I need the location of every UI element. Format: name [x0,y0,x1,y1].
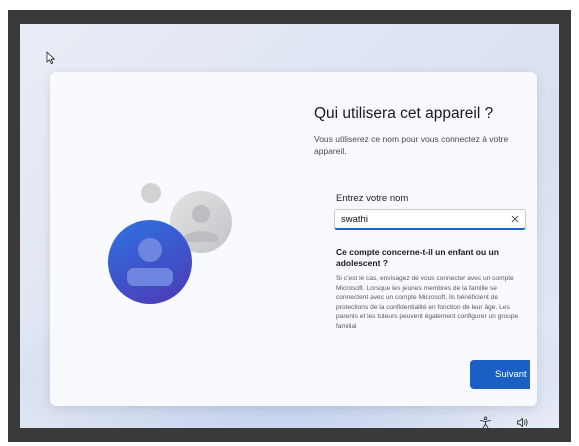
child-account-question: Ce compte concerne-t-il un enfant ou un … [336,247,499,268]
setup-dialog: Qui utilisera cet appareil ? Vous utilis… [50,72,537,406]
next-button[interactable]: Suivant [470,360,530,389]
child-account-info: Si c’est le cas, envisagez de vous conne… [336,275,519,330]
name-field-label: Entrez votre nom [336,193,409,204]
small-avatar-dot [141,183,161,203]
oobe-screen: Qui utilisera cet appareil ? Vous utilis… [20,24,559,428]
user-illustration [108,183,232,304]
screen-frame: Qui utilisera cet appareil ? Vous utilis… [8,10,571,442]
volume-icon[interactable] [516,416,529,428]
name-input[interactable] [341,212,501,227]
mouse-pointer-icon [46,51,55,64]
accessibility-icon[interactable] [479,416,492,428]
page-subtitle: Vous utiliserez ce nom pour vous connect… [314,134,509,156]
page-title: Qui utilisera cet appareil ? [314,105,494,122]
close-icon[interactable] [509,213,521,225]
name-field [334,209,526,230]
